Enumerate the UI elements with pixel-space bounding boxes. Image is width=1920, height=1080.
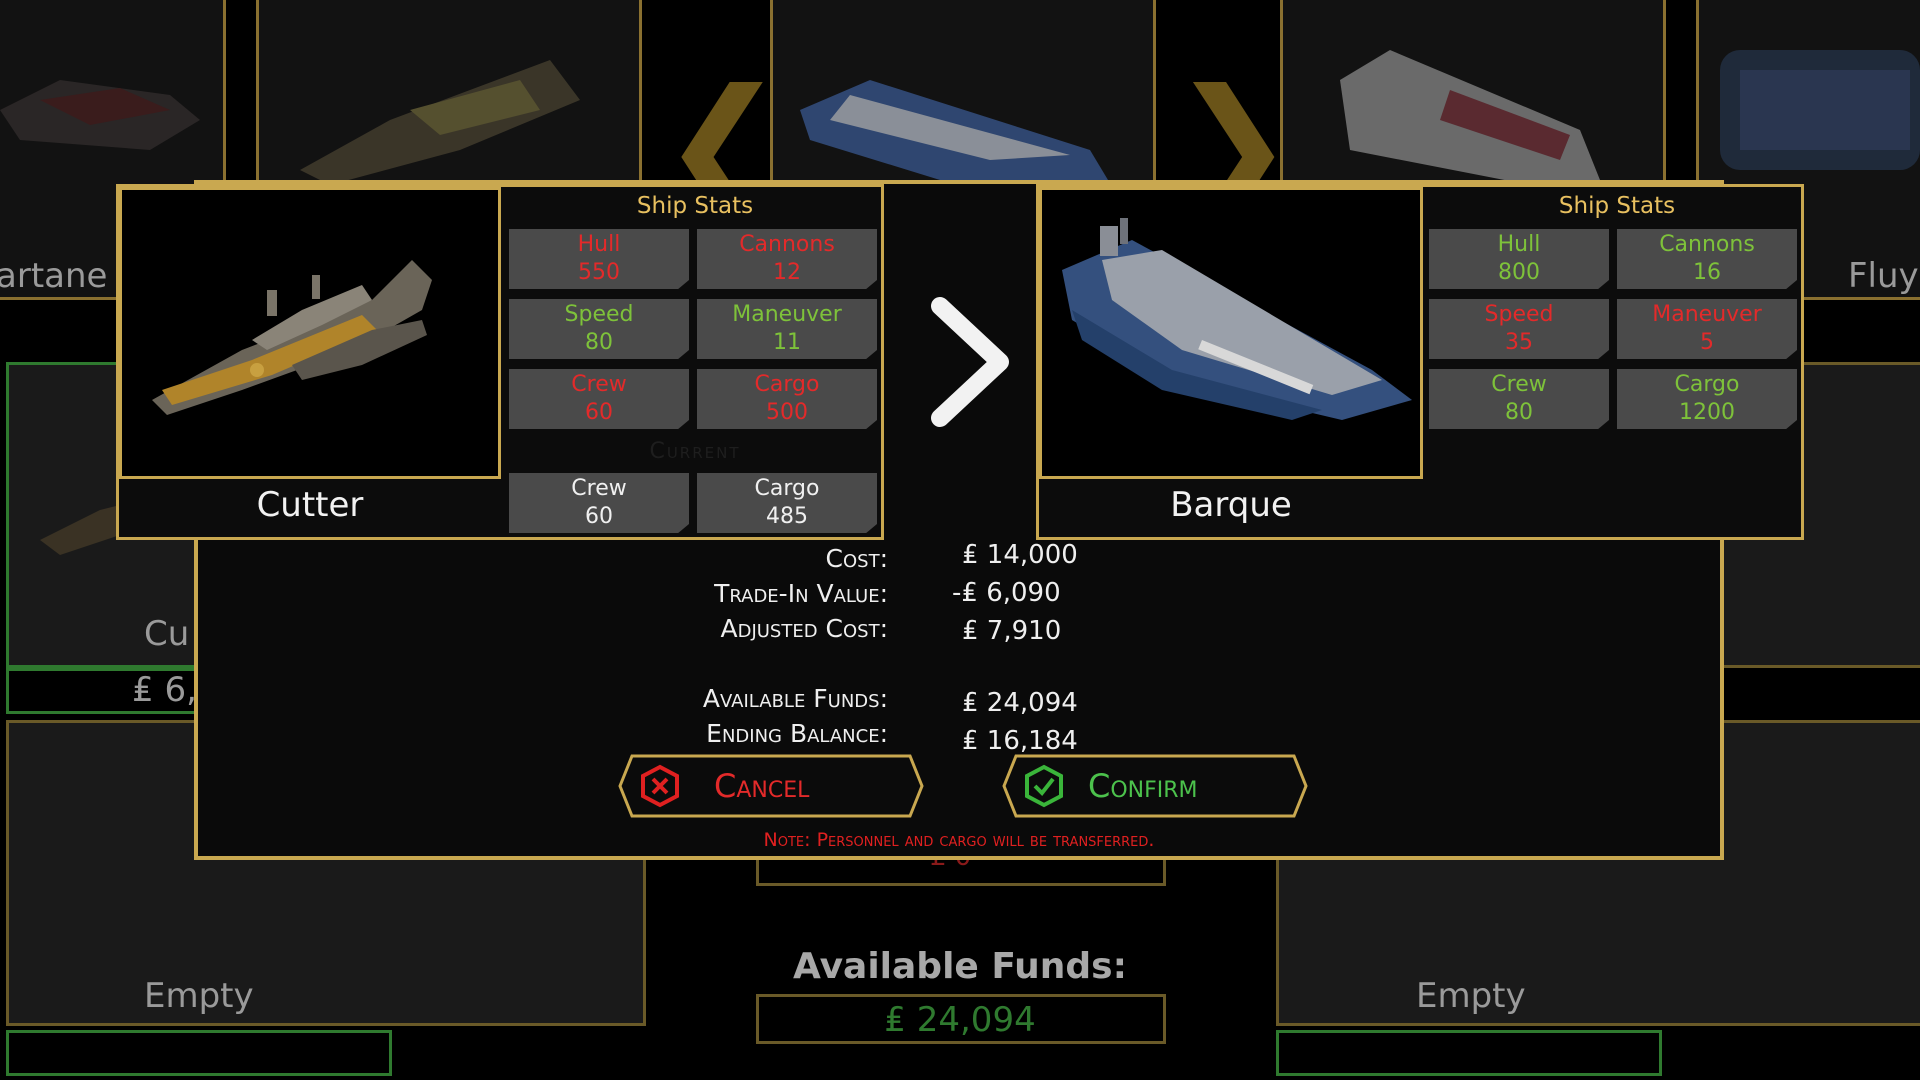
new-ship-speed-label: Speed <box>1484 302 1554 327</box>
cancel-button-label: Cancel <box>714 767 810 805</box>
current-ship-cannons-label: Cannons <box>739 232 835 257</box>
current-ship-name: Cutter <box>256 485 364 525</box>
bg-available-funds-label: Available Funds: <box>792 946 1128 987</box>
new-ship-hull-stat: Hull 800 <box>1429 229 1609 289</box>
available-funds-label: Available Funds: <box>702 684 888 713</box>
cost-value: ₤ 14,000 <box>962 540 1078 570</box>
bg-ship-galleon-image <box>1340 50 1600 185</box>
current-ship-speed-value: 80 <box>585 330 613 355</box>
bg-ship-spartane-image <box>0 80 200 150</box>
owned-ship-value: ₤ 6, <box>132 670 197 710</box>
current-ship-stats-title: Ship Stats <box>636 193 754 219</box>
current-ship-crew-value: 60 <box>585 400 613 425</box>
barque-ship-image <box>1062 218 1412 420</box>
current-cargo-value: 485 <box>766 504 808 529</box>
current-ship-maneuver-stat: Maneuver 11 <box>697 299 877 359</box>
current-crew-label: Crew <box>571 476 627 501</box>
cancel-button[interactable]: Cancel <box>618 754 924 818</box>
current-crew-value: 60 <box>585 504 613 529</box>
trade-in-label: Trade-In Value: <box>714 579 888 608</box>
new-ship-cargo-value: 1200 <box>1679 400 1735 425</box>
confirm-check-icon <box>1025 764 1063 808</box>
new-ship-speed-value: 35 <box>1505 330 1533 355</box>
current-ship-hull-stat: Hull 550 <box>509 229 689 289</box>
bg-ship-name-left: artane <box>0 256 108 296</box>
confirm-button[interactable]: Confirm <box>1002 754 1308 818</box>
new-ship-maneuver-label: Maneuver <box>1652 302 1762 327</box>
current-ship-hull-label: Hull <box>577 232 621 257</box>
current-ship-image-frame <box>119 187 501 479</box>
new-ship-hull-label: Hull <box>1497 232 1541 257</box>
owned-ship-name: Cu <box>144 614 190 654</box>
bg-ship-fluyt-image <box>1720 50 1920 170</box>
current-ship-maneuver-value: 11 <box>773 330 801 355</box>
new-ship-cannons-stat: Cannons 16 <box>1617 229 1797 289</box>
new-ship-cannons-value: 16 <box>1693 260 1721 285</box>
current-ship-cargo-value: 500 <box>766 400 808 425</box>
current-cargo-stat: Cargo 485 <box>697 473 877 533</box>
current-ship-crew-label: Crew <box>571 372 627 397</box>
bg-available-funds-value: ₤ 24,094 <box>884 1000 1036 1040</box>
new-ship-name: Barque <box>1170 485 1292 525</box>
cutter-ship-image <box>152 260 432 415</box>
cancel-x-icon <box>641 764 679 808</box>
current-ship-panel: Cutter Ship Stats Hull 550 Cannons 12 Speed 8… <box>116 184 884 540</box>
ending-balance-value: ₤ 16,184 <box>962 726 1078 756</box>
current-ship-cannons-value: 12 <box>773 260 801 285</box>
current-ship-cannons-stat: Cannons 12 <box>697 229 877 289</box>
current-ship-speed-label: Speed <box>564 302 634 327</box>
current-ship-cargo-stat: Cargo 500 <box>697 369 877 429</box>
adjusted-cost-value: ₤ 7,910 <box>962 616 1062 646</box>
new-ship-crew-value: 80 <box>1505 400 1533 425</box>
upgrade-arrow-icon <box>931 297 1009 427</box>
current-cargo-label: Cargo <box>754 476 820 501</box>
bg-ship-name-right: Fluy <box>1848 256 1919 296</box>
current-ship-maneuver-label: Maneuver <box>732 302 842 327</box>
current-ship-hull-value: 550 <box>578 260 620 285</box>
transfer-note: Note: Personnel and cargo will be transf… <box>763 829 1155 851</box>
trade-in-value: -₤ 6,090 <box>952 578 1061 608</box>
current-ship-speed-stat: Speed 80 <box>509 299 689 359</box>
current-ship-cargo-label: Cargo <box>754 372 820 397</box>
new-ship-cannons-label: Cannons <box>1659 232 1755 257</box>
new-ship-crew-label: Crew <box>1491 372 1547 397</box>
current-ship-crew-stat: Crew 60 <box>509 369 689 429</box>
current-crew-stat: Crew 60 <box>509 473 689 533</box>
new-ship-crew-stat: Crew 80 <box>1429 369 1609 429</box>
adjusted-cost-label: Adjusted Cost: <box>720 614 888 643</box>
new-ship-hull-value: 800 <box>1498 260 1540 285</box>
bg-ship-cutter-image <box>300 60 580 185</box>
current-load-title: Current <box>649 439 741 464</box>
new-ship-cargo-stat: Cargo 1200 <box>1617 369 1797 429</box>
new-ship-maneuver-value: 5 <box>1700 330 1714 355</box>
available-funds-value: ₤ 24,094 <box>962 688 1078 718</box>
ending-balance-label: Ending Balance: <box>706 719 888 748</box>
cost-label: Cost: <box>825 544 888 573</box>
new-ship-cargo-label: Cargo <box>1674 372 1740 397</box>
new-ship-speed-stat: Speed 35 <box>1429 299 1609 359</box>
confirm-button-label: Confirm <box>1088 767 1198 805</box>
new-ship-image-frame <box>1039 187 1423 479</box>
new-ship-stats-title: Ship Stats <box>1558 193 1676 219</box>
new-ship-panel: Barque Ship Stats Hull 800 Cannons 16 Speed 3… <box>1036 184 1804 540</box>
new-ship-maneuver-stat: Maneuver 5 <box>1617 299 1797 359</box>
